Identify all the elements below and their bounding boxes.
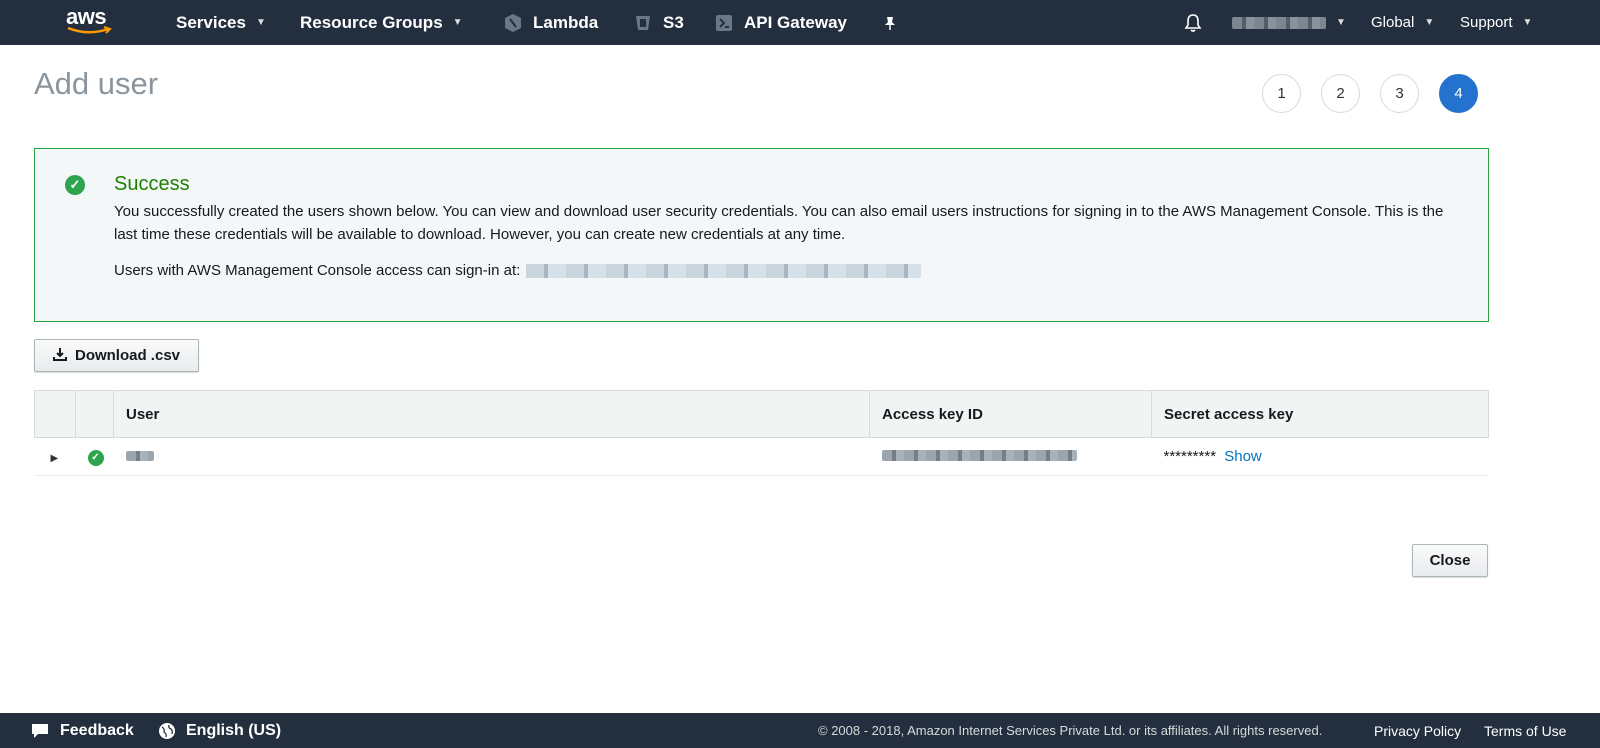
shortcut-api-gateway[interactable]: API Gateway — [714, 0, 847, 45]
chevron-down-icon: ▼ — [255, 17, 266, 28]
aws-logo[interactable]: aws — [66, 6, 116, 38]
logo-smile-icon — [67, 26, 112, 34]
resource-groups-menu[interactable]: Resource Groups ▼ — [300, 0, 463, 45]
show-secret-link[interactable]: Show — [1224, 448, 1262, 465]
access-key-cell — [869, 437, 1152, 476]
success-alert: ✓ Success You successfully created the u… — [34, 148, 1489, 322]
region-label: Global — [1371, 14, 1415, 31]
alert-body: You successfully created the users shown… — [114, 203, 1444, 243]
step-2[interactable]: 2 — [1321, 74, 1360, 113]
secret-key-cell: ********* Show — [1151, 437, 1489, 476]
account-menu[interactable]: ▼ — [1232, 0, 1346, 45]
step-3[interactable]: 3 — [1380, 74, 1419, 113]
username-redacted — [125, 451, 154, 461]
resource-groups-label: Resource Groups — [300, 12, 443, 32]
footer: Feedback English (US) © 2008 - 2018, Ama… — [0, 713, 1600, 748]
signin-url-redacted[interactable] — [526, 263, 922, 278]
table-header-row: User Access key ID Secret access key — [34, 390, 1489, 438]
secret-key-masked: ********* — [1163, 448, 1217, 465]
download-csv-button[interactable]: Download .csv — [34, 339, 199, 372]
status-column-header — [75, 390, 114, 438]
users-table: User Access key ID Secret access key ▶ ✓… — [34, 390, 1489, 476]
shortcut-lambda[interactable]: Lambda — [503, 0, 598, 45]
services-menu[interactable]: Services ▼ — [176, 0, 266, 45]
row-expander[interactable]: ▶ — [34, 437, 76, 476]
signin-info: Users with AWS Management Console access… — [114, 262, 922, 279]
expand-column-header — [34, 390, 76, 438]
lambda-label: Lambda — [533, 12, 599, 32]
secret-key-column-header[interactable]: Secret access key — [1151, 390, 1489, 438]
logo-text: aws — [66, 4, 107, 29]
check-circle-icon: ✓ — [65, 175, 85, 195]
copyright: © 2008 - 2018, Amazon Internet Services … — [818, 723, 1323, 738]
globe-icon — [159, 722, 175, 739]
shortcut-s3[interactable]: S3 — [633, 0, 684, 45]
access-key-column-header[interactable]: Access key ID — [869, 390, 1152, 438]
page-title: Add user — [34, 66, 159, 101]
feedback-button[interactable]: Feedback — [30, 713, 134, 748]
s3-icon — [636, 15, 650, 30]
api-gateway-icon — [716, 14, 732, 31]
language-label: English (US) — [186, 721, 282, 739]
speech-bubble-icon — [32, 723, 48, 738]
pin-button[interactable] — [882, 0, 898, 45]
chevron-down-icon: ▼ — [1336, 17, 1346, 28]
lambda-icon — [505, 13, 521, 32]
caret-right-icon: ▶ — [50, 453, 59, 464]
notifications-button[interactable] — [1184, 0, 1202, 45]
check-circle-icon: ✓ — [87, 449, 104, 466]
chevron-down-icon: ▼ — [452, 17, 463, 28]
alert-title: Success — [114, 173, 190, 195]
step-4[interactable]: 4 — [1439, 74, 1478, 113]
api-gateway-label: API Gateway — [744, 12, 847, 32]
account-name-redacted — [1232, 16, 1326, 29]
pin-icon — [885, 16, 895, 30]
wizard-steps: 1 2 3 4 — [1262, 74, 1478, 113]
bell-icon — [1184, 13, 1202, 32]
top-nav: aws Services ▼ Resource Groups ▼ Lambda … — [0, 0, 1600, 45]
s3-label: S3 — [663, 12, 684, 32]
download-icon — [52, 347, 67, 364]
privacy-policy-link[interactable]: Privacy Policy — [1374, 713, 1461, 748]
support-label: Support — [1460, 14, 1513, 31]
user-cell — [113, 437, 870, 476]
row-status: ✓ — [75, 437, 114, 476]
table-row: ▶ ✓ ********* Show — [34, 437, 1489, 476]
access-key-redacted — [881, 450, 1077, 461]
chevron-down-icon: ▼ — [1424, 17, 1435, 28]
user-column-header[interactable]: User — [113, 390, 870, 438]
language-selector[interactable]: English (US) — [158, 713, 281, 748]
region-menu[interactable]: Global ▼ — [1371, 0, 1434, 45]
step-1[interactable]: 1 — [1262, 74, 1301, 113]
support-menu[interactable]: Support ▼ — [1460, 0, 1532, 45]
feedback-label: Feedback — [60, 721, 134, 739]
terms-of-use-link[interactable]: Terms of Use — [1484, 713, 1566, 748]
chevron-down-icon: ▼ — [1522, 17, 1533, 28]
signin-text: Users with AWS Management Console access… — [114, 262, 521, 279]
download-csv-label: Download .csv — [74, 347, 181, 364]
close-button[interactable]: Close — [1412, 544, 1488, 577]
services-label: Services — [176, 12, 246, 32]
